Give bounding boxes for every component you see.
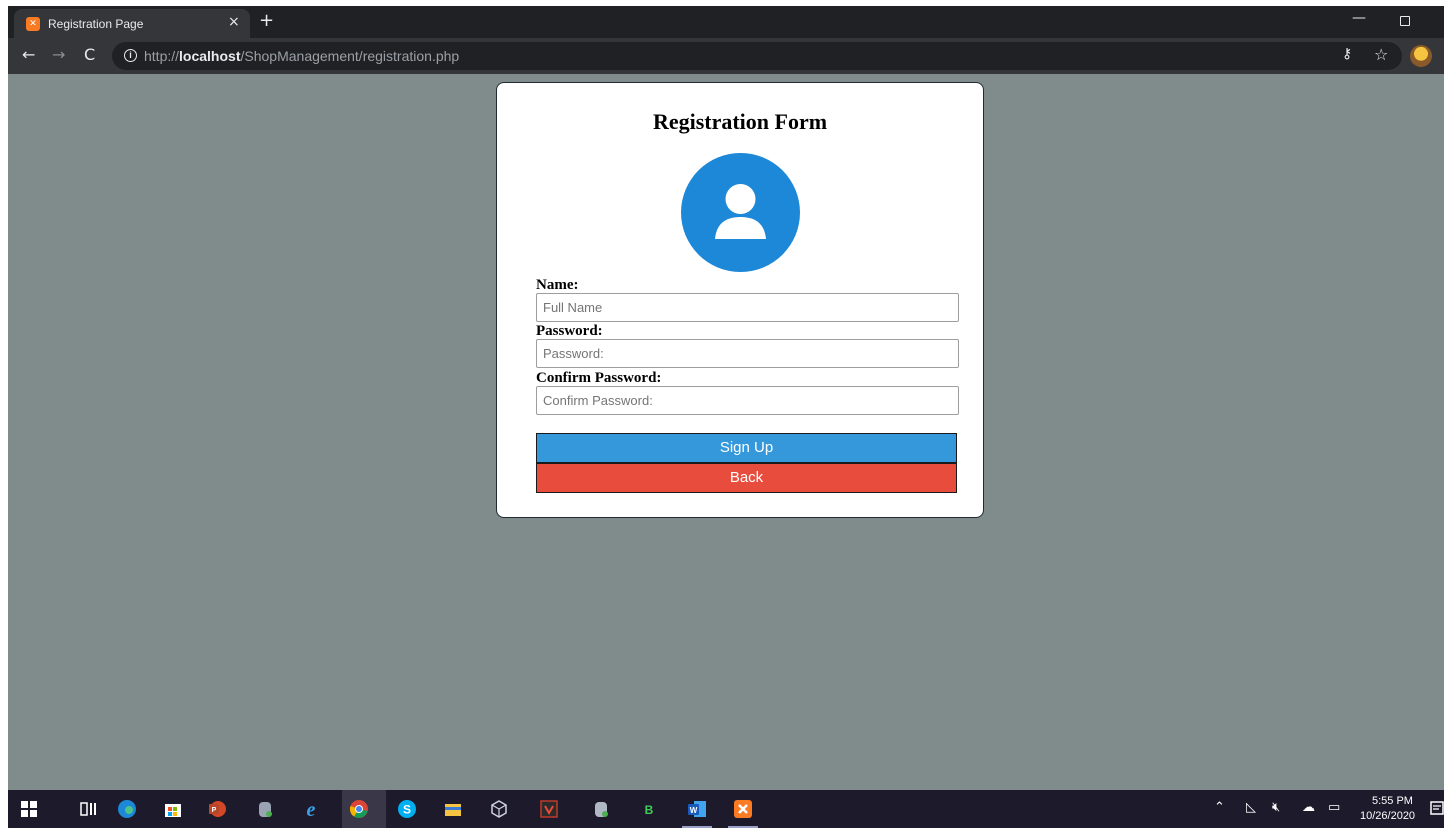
onedrive-icon[interactable]: ☁ bbox=[1302, 801, 1315, 815]
back-button[interactable]: Back bbox=[536, 463, 957, 493]
browser-toolbar: ← → C i http://localhost/ShopManagement/… bbox=[8, 38, 1444, 74]
virtualbox-icon[interactable] bbox=[488, 798, 510, 820]
database-2-icon[interactable] bbox=[590, 798, 612, 820]
clock-time[interactable]: 5:55 PM bbox=[1372, 795, 1413, 807]
task-view-icon[interactable] bbox=[78, 798, 100, 820]
tab-title: Registration Page bbox=[48, 17, 144, 31]
edge-icon[interactable] bbox=[116, 798, 138, 820]
screen: ✕ Registration Page × + — ← → C i http:/… bbox=[8, 6, 1444, 828]
info-icon[interactable]: i bbox=[124, 49, 137, 62]
file-explorer-icon[interactable] bbox=[442, 798, 464, 820]
sign-up-button[interactable]: Sign Up bbox=[536, 433, 957, 463]
name-input[interactable] bbox=[536, 293, 959, 322]
star-icon[interactable]: ☆ bbox=[1374, 45, 1388, 64]
xampp-icon[interactable] bbox=[732, 798, 754, 820]
powerpoint-icon[interactable]: P bbox=[206, 798, 228, 820]
minimize-icon[interactable]: — bbox=[1352, 10, 1366, 26]
name-label: Name: bbox=[536, 277, 579, 293]
key-icon[interactable]: ⚷ bbox=[1342, 46, 1352, 62]
address-bar[interactable]: i http://localhost/ShopManagement/regist… bbox=[112, 42, 1402, 70]
store-icon[interactable] bbox=[162, 798, 184, 820]
svg-text:B: B bbox=[645, 803, 654, 817]
svg-text:W: W bbox=[690, 806, 698, 815]
password-input[interactable] bbox=[536, 339, 959, 368]
tab-bar: ✕ Registration Page × + — bbox=[8, 6, 1444, 38]
restore-icon[interactable] bbox=[1400, 16, 1410, 26]
xampp-favicon-icon: ✕ bbox=[26, 17, 40, 31]
svg-text:P: P bbox=[212, 807, 217, 814]
chrome-icon[interactable] bbox=[348, 798, 370, 820]
battery-icon[interactable]: ▭ bbox=[1328, 801, 1340, 815]
b-app-icon[interactable]: B bbox=[638, 798, 660, 820]
registration-card: Registration Form Name: Password: Confir… bbox=[496, 82, 984, 518]
forward-arrow-icon[interactable]: → bbox=[52, 46, 65, 64]
taskbar: P e S B W ⌃ ◺ 🔇︎ ☁ ▭ 5:55 PM 10/26/2020 bbox=[8, 790, 1444, 828]
profile-avatar[interactable] bbox=[1410, 45, 1432, 67]
database-icon[interactable] bbox=[254, 798, 276, 820]
tab-registration[interactable]: ✕ Registration Page × bbox=[14, 9, 250, 38]
user-avatar-icon bbox=[681, 153, 800, 272]
new-tab-icon[interactable]: + bbox=[259, 11, 274, 31]
confirm-password-input[interactable] bbox=[536, 386, 959, 415]
start-icon[interactable] bbox=[18, 798, 40, 820]
password-label: Password: bbox=[536, 323, 603, 339]
svg-text:S: S bbox=[403, 803, 411, 817]
back-arrow-icon[interactable]: ← bbox=[22, 46, 35, 64]
url-text[interactable]: http://localhost/ShopManagement/registra… bbox=[144, 48, 459, 64]
chevron-up-icon[interactable]: ⌃ bbox=[1214, 801, 1225, 815]
notifications-icon[interactable] bbox=[1430, 798, 1444, 820]
volume-muted-icon[interactable]: 🔇︎ bbox=[1272, 801, 1280, 815]
tab-close-icon[interactable]: × bbox=[228, 14, 240, 30]
network-icon[interactable]: ◺ bbox=[1246, 801, 1256, 815]
clock-date[interactable]: 10/26/2020 bbox=[1360, 810, 1415, 822]
app-v-icon[interactable] bbox=[538, 798, 560, 820]
confirm-password-label: Confirm Password: bbox=[536, 370, 662, 386]
svg-text:e: e bbox=[307, 799, 316, 820]
internet-explorer-icon[interactable]: e bbox=[300, 798, 322, 820]
reload-icon[interactable]: C bbox=[84, 46, 95, 64]
skype-icon[interactable]: S bbox=[396, 798, 418, 820]
form-title: Registration Form bbox=[652, 109, 828, 134]
word-icon[interactable]: W bbox=[686, 798, 708, 820]
